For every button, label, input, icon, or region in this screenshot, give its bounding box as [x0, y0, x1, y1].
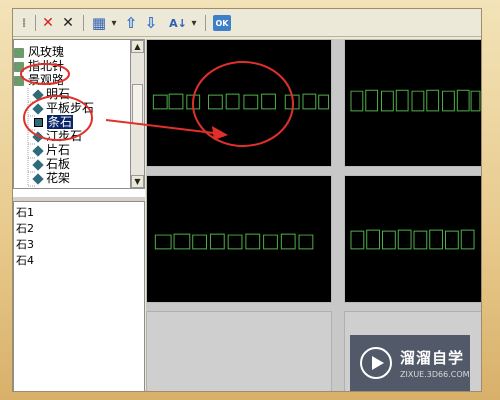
annotation-ellipse-category [20, 63, 70, 85]
play-logo-icon [360, 347, 392, 379]
watermark: 溜溜自学 ZIXUE.3D66.COM [350, 335, 470, 391]
watermark-title: 溜溜自学 [400, 349, 465, 367]
watermark-url: ZIXUE.3D66.COM [400, 370, 470, 379]
annotation-arrow-line [105, 119, 223, 135]
annotation-arrow-head [212, 126, 228, 140]
annotation-ellipse-selected [23, 95, 93, 141]
watermark-text: 溜溜自学 ZIXUE.3D66.COM [400, 347, 470, 379]
annotation-ellipse-preview [192, 61, 294, 147]
